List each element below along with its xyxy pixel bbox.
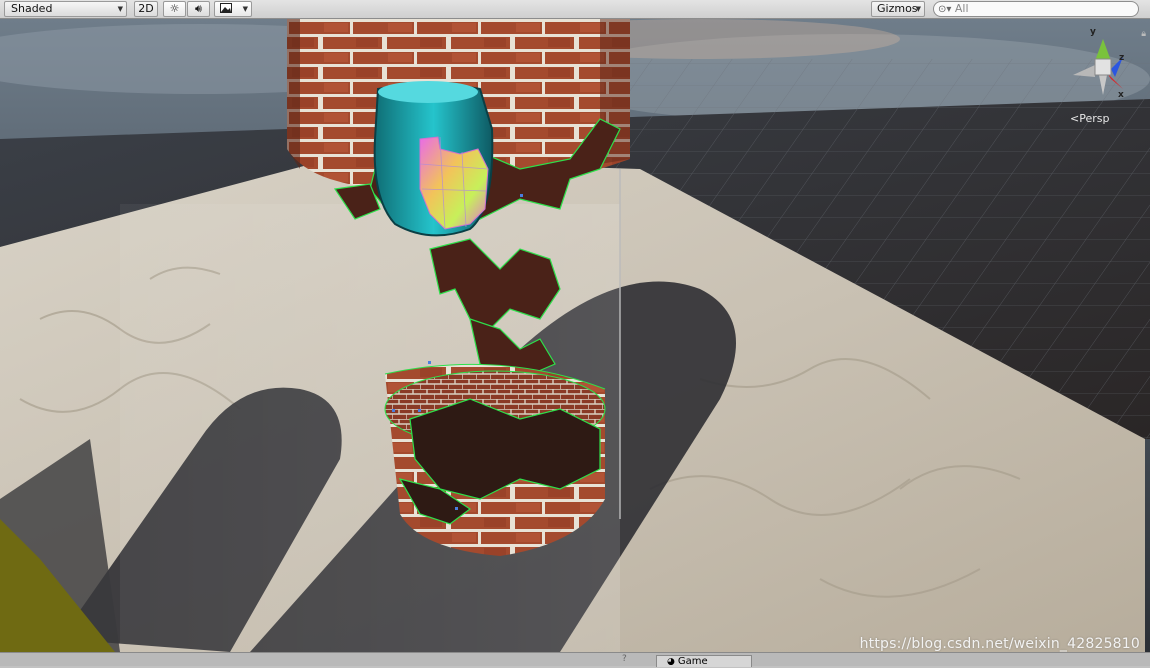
chevron-left-icon: <: [1070, 112, 1080, 125]
tab-overflow-marker: ?: [622, 654, 627, 664]
projection-toggle[interactable]: <Persp: [1070, 112, 1109, 125]
dropdown-caret-icon: ▼: [117, 5, 123, 13]
toggle-2d-button[interactable]: 2D: [134, 1, 158, 17]
bottom-tab-strip: ? ◕ Game: [0, 652, 1150, 667]
image-icon: [220, 3, 232, 13]
gizmos-label: Gizmos: [877, 2, 918, 15]
tab-game[interactable]: ◕ Game: [656, 655, 752, 667]
gizmo-y-label: y: [1090, 27, 1096, 37]
scene-view[interactable]: y z x 🔒︎ <Persp https://blog.csdn.net/we…: [0, 19, 1150, 652]
scene-effects-dropdown[interactable]: ▼: [214, 1, 252, 17]
hierarchy-search-input[interactable]: ⊙▾ All: [933, 1, 1139, 17]
search-icon: ⊙▾: [938, 4, 952, 15]
projection-label: Persp: [1079, 112, 1110, 125]
gizmo-z-label: z: [1119, 53, 1125, 63]
speaker-icon: 🔊︎: [195, 2, 202, 15]
watermark-text: https://blog.csdn.net/weixin_42825810: [859, 636, 1140, 652]
search-placeholder: All: [954, 2, 969, 15]
gizmo-x-label: x: [1118, 90, 1124, 100]
scene-viewport-render: [0, 19, 1150, 652]
scene-lighting-toggle[interactable]: ☼: [163, 1, 186, 17]
draw-mode-dropdown[interactable]: Shaded ▼: [4, 1, 127, 17]
dropdown-caret-icon: ▼: [242, 5, 248, 13]
tab-game-label: Game: [677, 656, 708, 667]
scene-audio-toggle[interactable]: 🔊︎: [187, 1, 210, 17]
scene-toolbar: Shaded ▼ 2D ☼ 🔊︎ ▼ Gizmos ▼ ⊙▾ All: [0, 0, 1150, 19]
gizmos-dropdown[interactable]: Gizmos ▼: [871, 1, 925, 17]
draw-mode-label: Shaded: [11, 2, 53, 15]
sun-icon: ☼: [169, 2, 180, 15]
dropdown-caret-icon: ▼: [915, 5, 921, 13]
lock-icon[interactable]: 🔒︎: [1141, 29, 1146, 39]
